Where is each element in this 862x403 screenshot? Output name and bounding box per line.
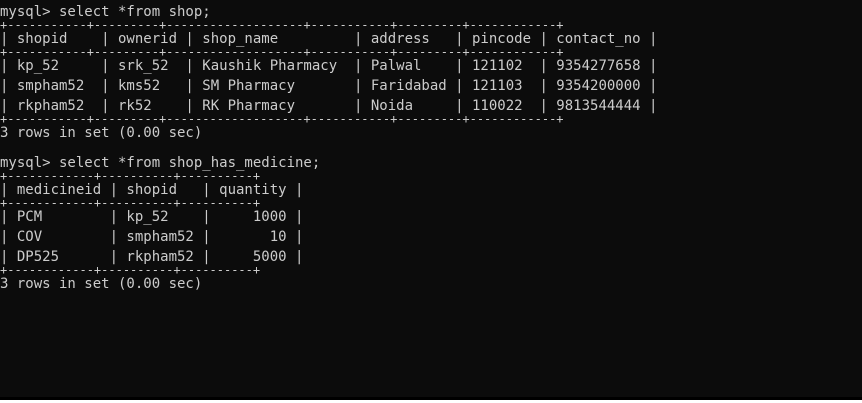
terminal-window[interactable]: mysql> select *from shop; +-----------+--… xyxy=(0,0,862,397)
command-line: mysql> select *from shop_has_medicine; xyxy=(0,155,321,171)
table-border-line: +------------+----------+----------+ xyxy=(0,200,261,207)
table-border-line: +------------+----------+----------+ xyxy=(0,267,261,274)
table-row: | medicineid | shopid | quantity | xyxy=(0,182,304,198)
table-border-line: +------------+----------+----------+ xyxy=(0,173,261,180)
result-summary: 3 rows in set (0.00 sec) xyxy=(0,125,203,141)
table-row: | PCM | kp_52 | 1000 | xyxy=(0,209,304,225)
table-row: | DP525 | rkpham52 | 5000 | xyxy=(0,249,304,265)
table-row: | smpham52 | kms52 | SM Pharmacy | Farid… xyxy=(0,78,658,94)
bottom-border xyxy=(0,397,862,400)
table-row: | kp_52 | srk_52 | Kaushik Pharmacy | Pa… xyxy=(0,58,658,74)
table-row: | shopid | ownerid | shop_name | address… xyxy=(0,31,658,47)
table-border-line: +-----------+---------+-----------------… xyxy=(0,22,564,29)
table-row: | COV | smpham52 | 10 | xyxy=(0,229,304,245)
table-border-line: +-----------+---------+-----------------… xyxy=(0,116,564,123)
terminal-output: mysql> select *from shop; +-----------+--… xyxy=(0,0,862,294)
command-line: mysql> select *from shop; xyxy=(0,4,211,20)
table-row: | rkpham52 | rk52 | RK Pharmacy | Noida … xyxy=(0,98,658,114)
result-summary: 3 rows in set (0.00 sec) xyxy=(0,276,203,292)
table-border-line: +-----------+---------+-----------------… xyxy=(0,49,564,56)
